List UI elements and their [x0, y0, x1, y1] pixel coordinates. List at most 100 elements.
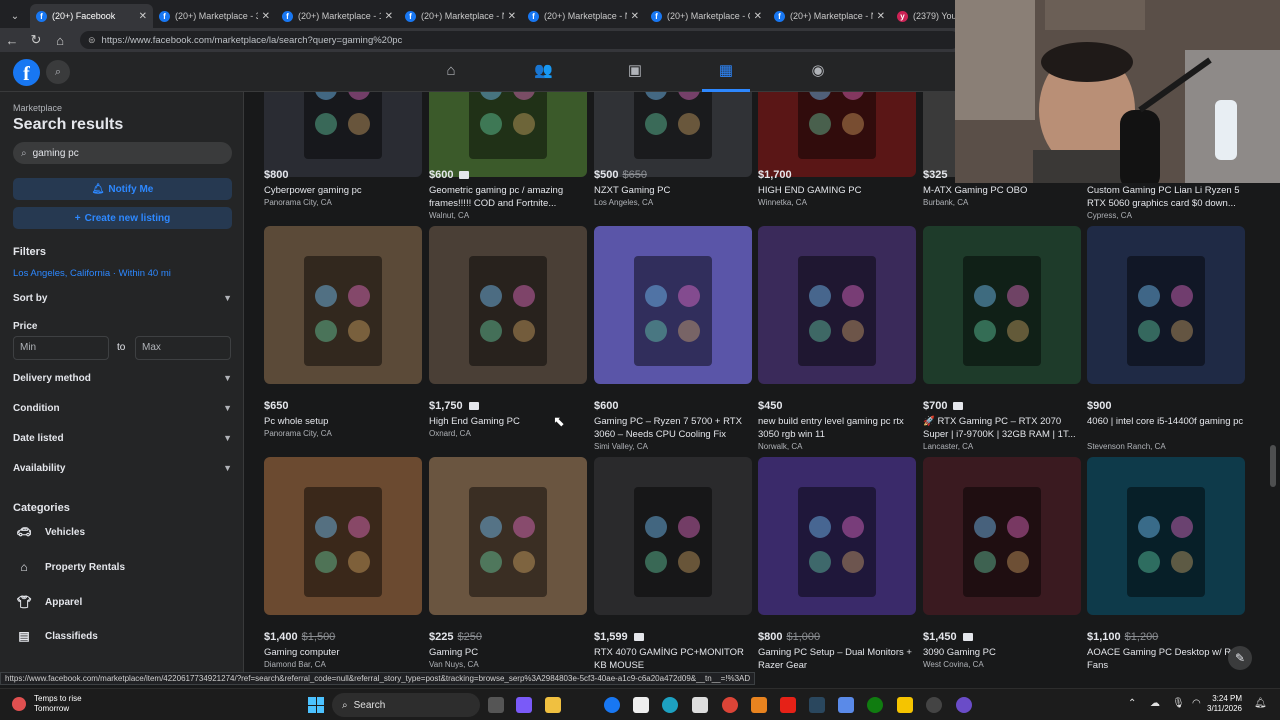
page-scrollbar[interactable]: [1270, 445, 1276, 487]
listing-photo[interactable]: [429, 226, 587, 384]
home-icon[interactable]: ⌂: [48, 33, 72, 48]
sort-by-dropdown[interactable]: Sort by ▼: [13, 290, 232, 306]
network-icon[interactable]: ☁: [1150, 698, 1160, 709]
copilot-icon[interactable]: [516, 697, 532, 713]
listing-title[interactable]: Gaming computer: [264, 646, 422, 659]
listing-photo[interactable]: [758, 92, 916, 177]
listing-title[interactable]: 4060 | intel core i5-14400f gaming pc: [1087, 415, 1245, 428]
listing-title[interactable]: 3090 Gaming PC: [923, 646, 1081, 659]
browser-tab[interactable]: f (20+) Marketplace - 307 ✕: [153, 4, 276, 28]
calculator-icon[interactable]: [692, 697, 708, 713]
notification-icon[interactable]: 🔔︎: [1254, 698, 1267, 709]
listing-title[interactable]: AOACE Gaming PC Desktop w/ RGB Fans: [1087, 646, 1245, 672]
edge-icon[interactable]: [662, 697, 678, 713]
tab-search-chevron-icon[interactable]: ⌄: [4, 5, 26, 27]
listing-title[interactable]: 🚀 RTX Gaming PC – RTX 2070 Super | i7-97…: [923, 415, 1081, 441]
category-classifieds[interactable]: ▤ Classifieds: [13, 625, 97, 647]
listing-title[interactable]: Pc whole setup: [264, 415, 422, 428]
listing-photo[interactable]: [1087, 226, 1245, 384]
video-nav-icon[interactable]: ▣: [626, 62, 644, 80]
breadcrumb[interactable]: Marketplace: [13, 103, 62, 113]
close-tab-icon[interactable]: ✕: [508, 11, 516, 22]
listing-photo[interactable]: [594, 226, 752, 384]
listing-title[interactable]: HIGH END GAMING PC: [758, 184, 916, 197]
listing-photo[interactable]: [594, 92, 752, 177]
weather-widget[interactable]: Temps to rise Tomorrow: [12, 694, 82, 714]
close-tab-icon[interactable]: ✕: [385, 11, 393, 22]
condition-dropdown[interactable]: Condition ▼: [13, 400, 232, 416]
microphone-icon[interactable]: 🎙︎: [1172, 698, 1185, 709]
listing-title[interactable]: Gaming PC Setup – Dual Monitors + Razer …: [758, 646, 916, 672]
listing-title[interactable]: RTX 4070 GAMİNG PC+MONITOR KB MOUSE: [594, 646, 752, 672]
amazon-icon[interactable]: [633, 697, 649, 713]
close-tab-icon[interactable]: ✕: [754, 11, 762, 22]
min-price-input[interactable]: Min: [13, 336, 109, 360]
url-field[interactable]: ⊜ https://www.facebook.com/marketplace/l…: [80, 31, 960, 49]
browser-tab[interactable]: f (20+) Marketplace - NZ ✕: [522, 4, 645, 28]
close-tab-icon[interactable]: ✕: [877, 11, 885, 22]
listing-photo[interactable]: [923, 457, 1081, 615]
location-filter-link[interactable]: Los Angeles, California · Within 40 mi: [13, 268, 171, 279]
listing-title[interactable]: M-ATX Gaming PC OBO: [923, 184, 1081, 197]
availability-dropdown[interactable]: Availability ▼: [13, 460, 232, 476]
obs-icon[interactable]: [926, 697, 942, 713]
browser-tab[interactable]: f (20+) Facebook ✕: [30, 4, 153, 28]
listing-photo[interactable]: [758, 226, 916, 384]
date-listed-dropdown[interactable]: Date listed ▼: [13, 430, 232, 446]
listing-title[interactable]: Gaming PC – Ryzen 7 5700 + RTX 3060 – Ne…: [594, 415, 752, 441]
reload-icon[interactable]: ↻: [24, 32, 48, 48]
windows-start-icon[interactable]: [308, 697, 324, 713]
category-apparel[interactable]: 👕︎ Apparel: [13, 591, 82, 613]
marketplace-nav-icon[interactable]: ▦: [717, 62, 735, 80]
home-nav-icon[interactable]: ⌂: [442, 62, 460, 80]
search-input[interactable]: ⌕ gaming pc: [13, 142, 232, 164]
listing-photo[interactable]: [429, 92, 587, 177]
listing-title[interactable]: Gaming PC: [429, 646, 587, 659]
close-tab-icon[interactable]: ✕: [262, 11, 270, 22]
app-icon[interactable]: [838, 697, 854, 713]
listing-title[interactable]: NZXT Gaming PC: [594, 184, 752, 197]
youtube-icon[interactable]: [780, 697, 796, 713]
listing-title[interactable]: Custom Gaming PC Lian Li Ryzen 5 RTX 506…: [1087, 184, 1245, 210]
friends-nav-icon[interactable]: 👥: [534, 62, 553, 80]
browser-tab[interactable]: f (20+) Marketplace - Nz ✕: [399, 4, 522, 28]
listing-title[interactable]: new build entry level gaming pc rtx 3050…: [758, 415, 916, 441]
notify-me-button[interactable]: 🔔︎ Notify Me: [13, 178, 232, 200]
task-view-icon[interactable]: [488, 697, 504, 713]
chrome-icon[interactable]: [722, 697, 738, 713]
close-tab-icon[interactable]: ✕: [631, 11, 639, 22]
category-property-rentals[interactable]: ⌂ Property Rentals: [13, 556, 125, 578]
close-tab-icon[interactable]: ✕: [139, 11, 147, 22]
category-vehicles[interactable]: 🚗︎ Vehicles: [13, 521, 85, 543]
listing-photo[interactable]: [594, 457, 752, 615]
back-icon[interactable]: ←: [0, 33, 24, 48]
vlc-icon[interactable]: [751, 697, 767, 713]
listing-photo[interactable]: [758, 457, 916, 615]
delivery-method-dropdown[interactable]: Delivery method ▼: [13, 370, 232, 386]
listing-title[interactable]: Geometric gaming pc / amazing frames!!!!…: [429, 184, 587, 210]
groups-nav-icon[interactable]: ◉: [809, 62, 827, 80]
xbox-icon[interactable]: [867, 697, 883, 713]
max-price-input[interactable]: Max: [135, 336, 231, 360]
edit-floating-button[interactable]: ✎: [1228, 646, 1252, 670]
app-icon[interactable]: [956, 697, 972, 713]
tray-chevron-icon[interactable]: ⌃: [1128, 698, 1136, 709]
listing-photo[interactable]: [1087, 457, 1245, 615]
listing-photo[interactable]: [264, 457, 422, 615]
site-info-icon[interactable]: ⊜: [88, 35, 96, 46]
taskbar-search[interactable]: ⌕ Search: [332, 693, 480, 717]
app-icon[interactable]: [897, 697, 913, 713]
listing-photo[interactable]: [264, 226, 422, 384]
search-icon[interactable]: ⌕: [46, 60, 70, 84]
listing-photo[interactable]: [923, 226, 1081, 384]
browser-tab[interactable]: f (20+) Marketplace - 144 ✕: [276, 4, 399, 28]
facebook-app-icon[interactable]: [604, 697, 620, 713]
listing-photo[interactable]: [264, 92, 422, 177]
listing-title[interactable]: Cyberpower gaming pc: [264, 184, 422, 197]
create-listing-button[interactable]: + Create new listing: [13, 207, 232, 229]
browser-tab[interactable]: f (20+) Marketplace - GA ✕: [645, 4, 768, 28]
facebook-logo-icon[interactable]: f: [13, 59, 40, 86]
system-clock[interactable]: 3:24 PM 3/11/2026: [1196, 694, 1242, 714]
listing-photo[interactable]: [429, 457, 587, 615]
browser-tab[interactable]: f (20+) Marketplace - NZ ✕: [768, 4, 891, 28]
